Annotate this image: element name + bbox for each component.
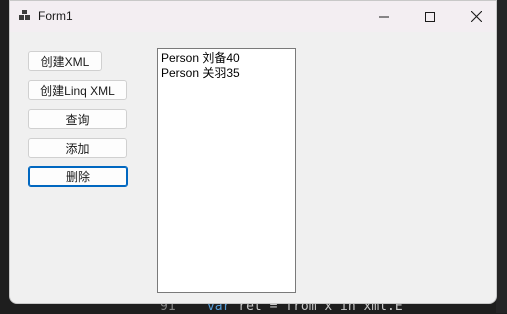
list-item[interactable]: Person 刘备40: [158, 51, 295, 66]
minimize-button[interactable]: [361, 1, 407, 32]
list-item[interactable]: Person 关羽35: [158, 66, 295, 81]
create-xml-button[interactable]: 创建XML: [28, 51, 102, 71]
create-linq-xml-button[interactable]: 创建Linq XML: [28, 80, 127, 100]
query-button[interactable]: 查询: [28, 109, 127, 129]
app-icon: [19, 10, 30, 20]
add-button[interactable]: 添加: [28, 138, 127, 158]
person-listbox[interactable]: Person 刘备40 Person 关羽35: [157, 48, 296, 293]
maximize-button[interactable]: [407, 1, 453, 32]
window-title: Form1: [38, 9, 73, 23]
form-window: Form1 创建XML 创建Linq XML 查询 添加 删除 Person 刘…: [9, 0, 497, 304]
background-editor-margin: [496, 0, 507, 313]
minimize-icon: [379, 16, 389, 17]
delete-button[interactable]: 删除: [28, 166, 128, 187]
close-button[interactable]: [453, 1, 496, 32]
title-bar[interactable]: Form1: [10, 1, 496, 32]
close-icon: [470, 11, 482, 22]
maximize-icon: [425, 11, 435, 22]
